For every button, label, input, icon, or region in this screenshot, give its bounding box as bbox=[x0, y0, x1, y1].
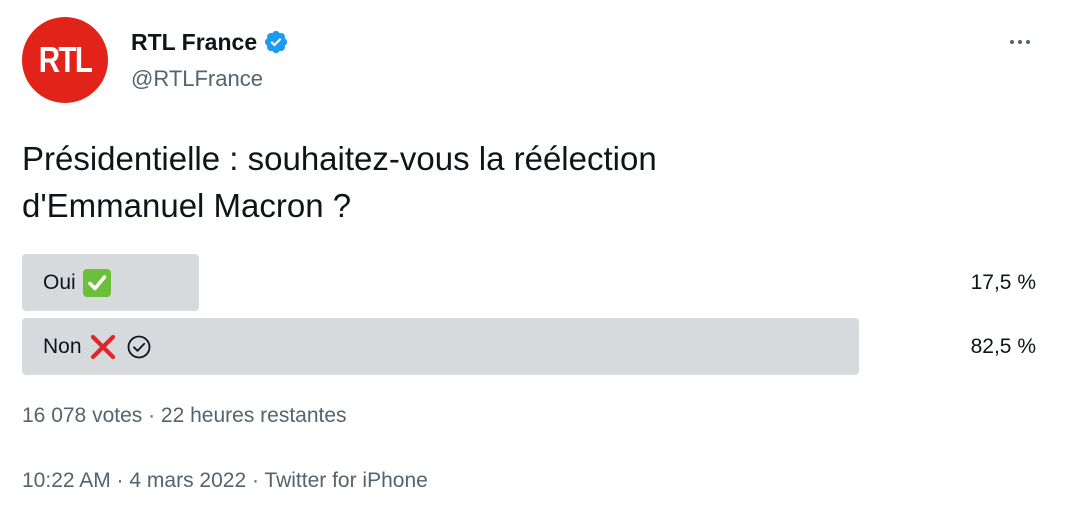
poll-option-percent: 17,5 % bbox=[970, 270, 1036, 294]
tweet-text-line: Présidentielle : souhaitez-vous la rééle… bbox=[22, 140, 657, 177]
avatar[interactable]: RTL bbox=[22, 17, 108, 103]
more-dot bbox=[1026, 40, 1030, 44]
poll-summary: 16 078 votes · 22 heures restantes bbox=[22, 404, 347, 427]
cross-mark-icon bbox=[90, 334, 115, 359]
avatar-logo-text: RTL bbox=[38, 39, 93, 80]
tweet-card: RTL RTL France @RTLFrance Présidentielle… bbox=[0, 0, 1080, 512]
tweet-text-line: d'Emmanuel Macron ? bbox=[22, 187, 352, 224]
poll-option-percent: 82,5 % bbox=[970, 334, 1036, 358]
poll-option-label: Non bbox=[43, 334, 82, 358]
poll-option-non: Non 82,5 % bbox=[22, 318, 1036, 375]
check-circle-icon bbox=[127, 335, 150, 358]
author-handle[interactable]: @RTLFrance bbox=[131, 64, 263, 94]
verified-badge-icon bbox=[265, 30, 288, 54]
more-options-button[interactable] bbox=[1000, 28, 1040, 56]
poll-option-label-wrap: Oui bbox=[43, 254, 112, 311]
tweet-timestamp-source[interactable]: 10:22 AM · 4 mars 2022 · Twitter for iPh… bbox=[22, 467, 428, 495]
more-dot bbox=[1018, 40, 1022, 44]
poll-option-oui: Oui 17,5 % bbox=[22, 254, 1036, 311]
tweet-text: Présidentielle : souhaitez-vous la rééle… bbox=[22, 135, 922, 229]
poll-option-label-wrap: Non bbox=[43, 318, 152, 375]
poll-option-label: Oui bbox=[43, 270, 76, 294]
more-dot bbox=[1010, 40, 1014, 44]
white-heavy-check-mark-icon bbox=[82, 268, 111, 297]
author-display-name[interactable]: RTL France bbox=[131, 27, 257, 57]
author-name-row: RTL France bbox=[131, 27, 289, 57]
